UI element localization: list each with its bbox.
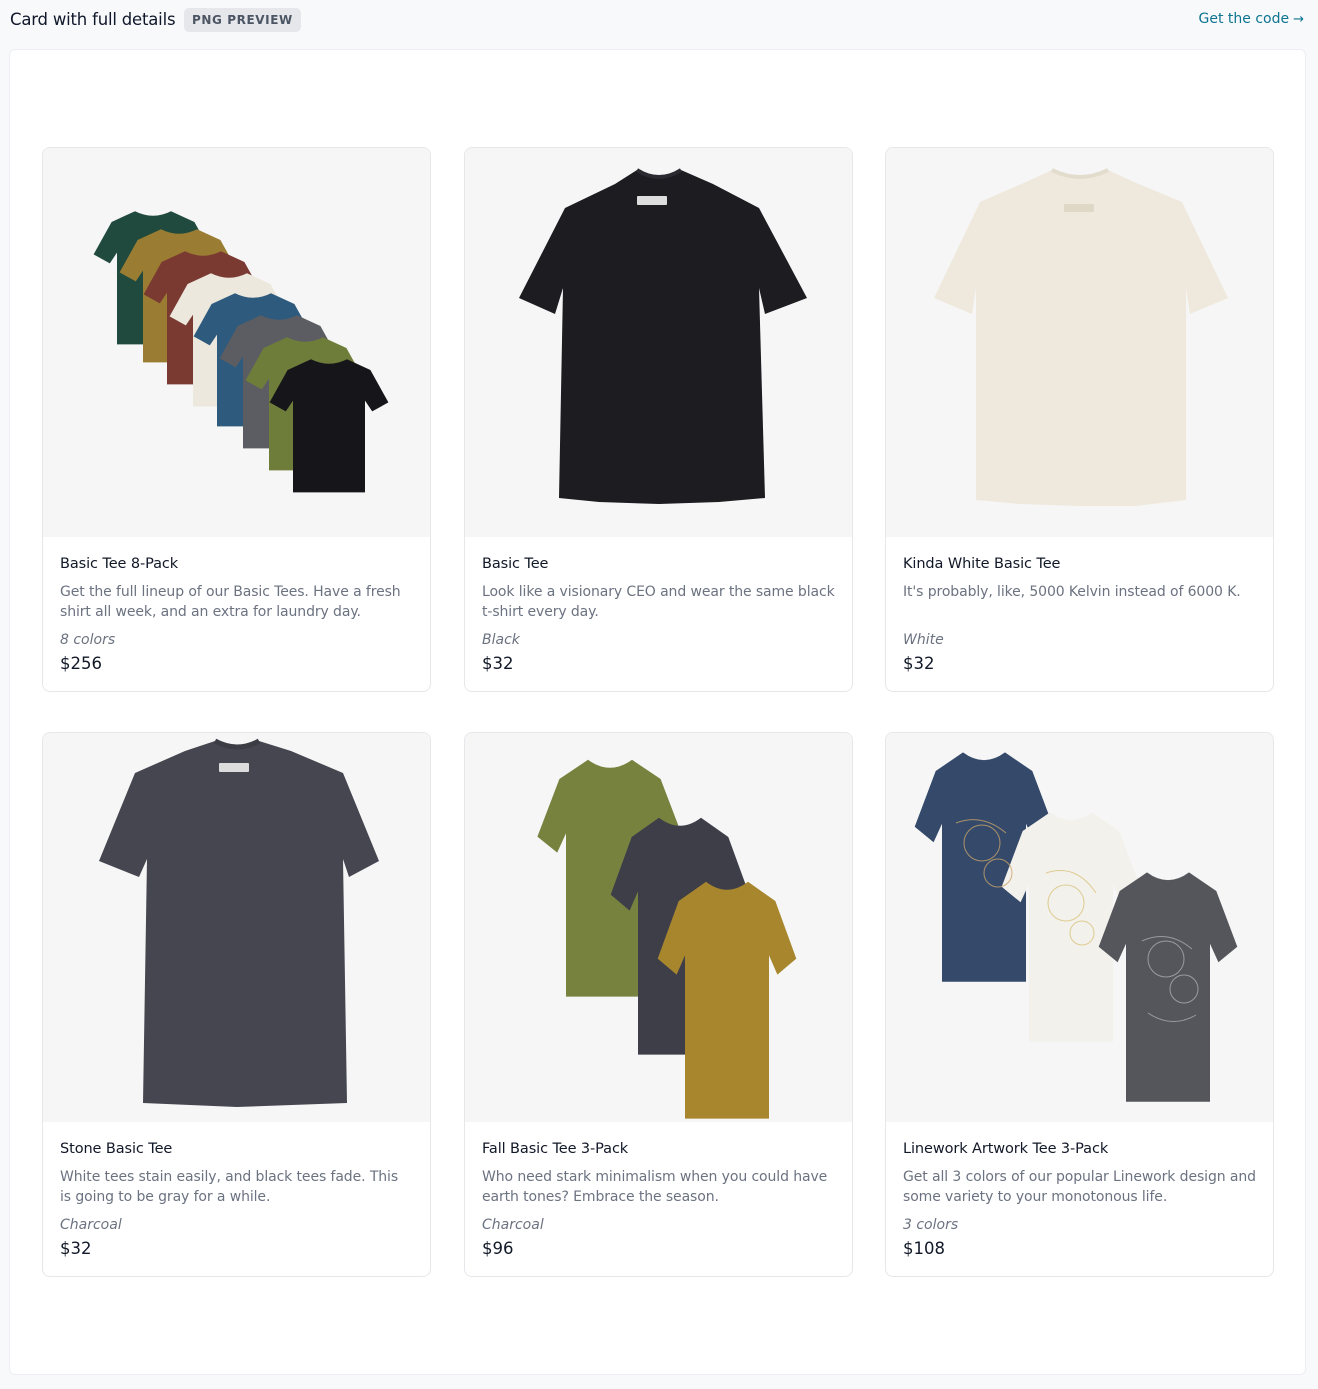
product-image-charcoal-tee [43,733,430,1122]
product-price: $32 [482,654,514,673]
product-price: $96 [482,1239,514,1258]
product-options: 8 colors [60,632,116,648]
tee-stack-image [93,211,389,493]
preview-panel: Basic Tee 8-Pack Get the full lineup of … [9,49,1306,1375]
get-the-code-link[interactable]: Get the code → [1199,11,1305,27]
product-options: Black [482,632,520,648]
product-name: Basic Tee [482,556,549,572]
white-tee-image [934,168,1228,506]
get-the-code-label: Get the code [1198,11,1290,27]
product-description: Look like a visionary CEO and wear the s… [482,584,835,620]
product-name: Fall Basic Tee 3-Pack [482,1141,629,1157]
product-price: $256 [60,654,102,673]
product-name: Kinda White Basic Tee [903,556,1061,572]
png-preview-badge: PNG PREVIEW [184,8,301,32]
product-card[interactable]: Stone Basic Tee White tees stain easily,… [42,732,431,1277]
product-options: Charcoal [482,1217,544,1233]
product-card[interactable]: Fall Basic Tee 3-Pack Who need stark min… [464,732,853,1277]
product-description: White tees stain easily, and black tees … [60,1169,399,1205]
product-card[interactable]: Linework Artwork Tee 3-Pack Get all 3 co… [885,732,1274,1277]
black-tee-image [519,168,807,504]
product-price: $108 [903,1239,945,1258]
product-name: Stone Basic Tee [60,1141,173,1157]
product-card[interactable]: Basic Tee Look like a visionary CEO and … [464,147,853,692]
product-card[interactable]: Kinda White Basic Tee It's probably, lik… [885,147,1274,692]
linework-tees-image [914,752,1238,1102]
product-image-black-tee [465,148,852,537]
preview-header: Card with full details PNG PREVIEW Get t… [0,0,1318,42]
product-name: Linework Artwork Tee 3-Pack [903,1141,1109,1157]
product-options: 3 colors [903,1217,959,1233]
product-card[interactable]: Basic Tee 8-Pack Get the full lineup of … [42,147,431,692]
product-options: White [903,632,944,648]
product-image-fall-3-pack [465,733,852,1122]
product-description: Who need stark minimalism when you could… [482,1169,828,1205]
product-image-linework-3-pack [886,733,1273,1122]
page-title: Card with full details [10,10,176,29]
product-image-8-pack [43,148,430,537]
arrow-right-icon: → [1293,11,1304,27]
product-price: $32 [60,1239,92,1258]
earth-tone-tees-image [537,759,797,1119]
charcoal-tee-image [99,738,379,1107]
product-description: Get all 3 colors of our popular Linework… [903,1169,1256,1205]
product-name: Basic Tee 8-Pack [60,556,179,572]
product-image-white-tee [886,148,1273,537]
product-description: It's probably, like, 5000 Kelvin instead… [903,584,1241,600]
product-options: Charcoal [60,1217,122,1233]
product-price: $32 [903,654,935,673]
product-description: Get the full lineup of our Basic Tees. H… [60,584,401,620]
